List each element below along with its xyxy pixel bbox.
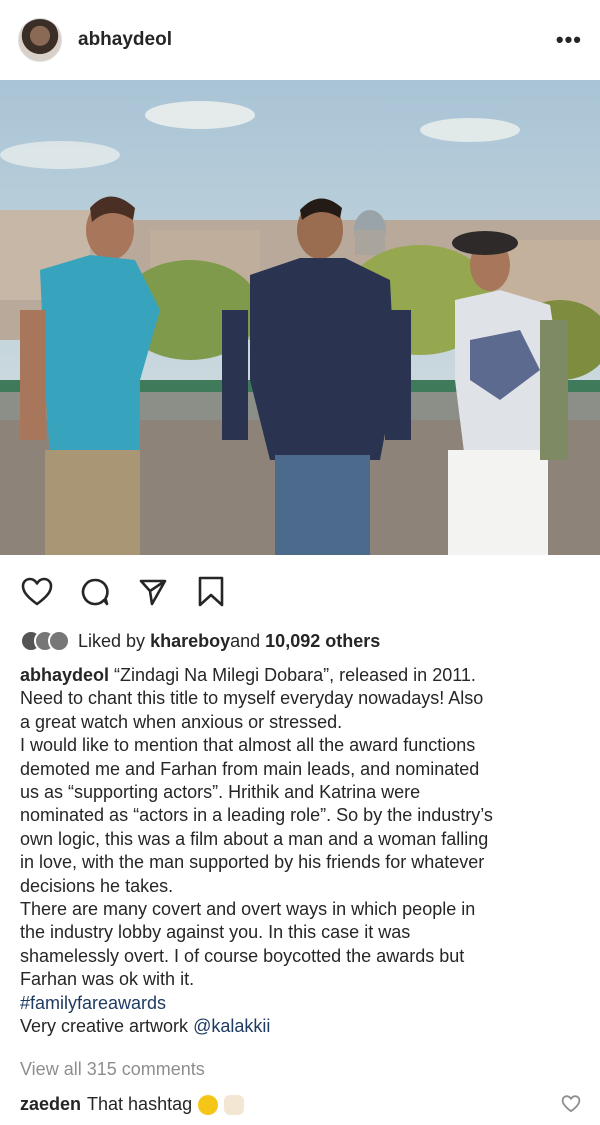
post-action-bar: [0, 568, 600, 616]
caption-line: Farhan was ok with it.: [20, 969, 195, 990]
caption-line: There are many covert and overt ways in …: [20, 899, 476, 920]
liker-avatars: [20, 630, 70, 652]
likes-middle: and: [230, 630, 261, 651]
raised-hands-icon: [224, 1094, 245, 1115]
caption-line: shamelessly overt. I of course boycotted…: [20, 945, 465, 966]
post-caption: abhaydeol “Zindagi Na Milegi Dobara”, re…: [20, 664, 585, 1039]
caption-line: abhaydeol “Zindagi Na Milegi Dobara”, re…: [20, 664, 585, 687]
like-button[interactable]: [18, 573, 56, 611]
view-all-comments-link[interactable]: View all 315 comments: [20, 1059, 205, 1080]
grinning-face-icon: [198, 1094, 219, 1115]
caption-line: us as “supporting actors”. Hrithik and K…: [20, 782, 421, 803]
bookmark-icon: [198, 576, 224, 607]
top-comment: zaeden That hashtag: [20, 1094, 245, 1115]
post-header: abhaydeol •••: [0, 0, 600, 80]
share-button[interactable]: [134, 573, 172, 611]
caption-line: #familyfareawards: [20, 992, 585, 1015]
caption-username[interactable]: abhaydeol: [20, 665, 109, 685]
caption-line: decisions he takes.: [20, 875, 174, 896]
post-photo-illustration: [0, 80, 600, 555]
likes-count[interactable]: 10,092 others: [265, 631, 380, 652]
likes-user[interactable]: khareboy: [150, 631, 230, 652]
send-icon: [139, 579, 167, 606]
heart-icon: [561, 1095, 581, 1113]
likes-summary[interactable]: Liked by khareboy and 10,092 others: [20, 628, 380, 654]
more-options-icon[interactable]: •••: [556, 29, 582, 51]
caption-line: the industry lobby against you. In this …: [20, 922, 411, 943]
comment-like-button[interactable]: [561, 1095, 581, 1118]
likes-prefix: Liked by: [78, 630, 146, 651]
caption-line: Need to chant this title to myself every…: [20, 688, 484, 709]
post-image[interactable]: [0, 80, 600, 555]
comment-bubble-icon: [81, 578, 109, 606]
caption-line: own logic, this was a film about a man a…: [20, 828, 489, 849]
profile-avatar[interactable]: [18, 18, 62, 62]
caption-line: Very creative artwork @kalakkii: [20, 1015, 585, 1038]
caption-line: in love, with the man supported by his f…: [20, 852, 485, 873]
caption-line: demoted me and Farhan from main leads, a…: [20, 758, 480, 779]
comment-text: That hashtag: [87, 1094, 193, 1114]
comment-button[interactable]: [76, 573, 114, 611]
caption-line: a great watch when anxious or stressed.: [20, 711, 343, 732]
artwork-credit: Very creative artwork: [20, 1016, 194, 1037]
caption-line: nominated as “actors in a leading role”.…: [20, 805, 493, 826]
comment-username[interactable]: zaeden: [20, 1094, 81, 1115]
mention-link[interactable]: @kalakkii: [193, 1016, 270, 1036]
hashtag-link[interactable]: #familyfareawards: [20, 993, 166, 1013]
save-button[interactable]: [192, 573, 230, 611]
liker-avatar: [48, 630, 70, 652]
heart-icon: [21, 577, 53, 606]
post-username[interactable]: abhaydeol: [78, 29, 172, 51]
caption-line: I would like to mention that almost all …: [20, 735, 476, 756]
caption-text: “Zindagi Na Milegi Dobara”, released in …: [114, 665, 476, 685]
